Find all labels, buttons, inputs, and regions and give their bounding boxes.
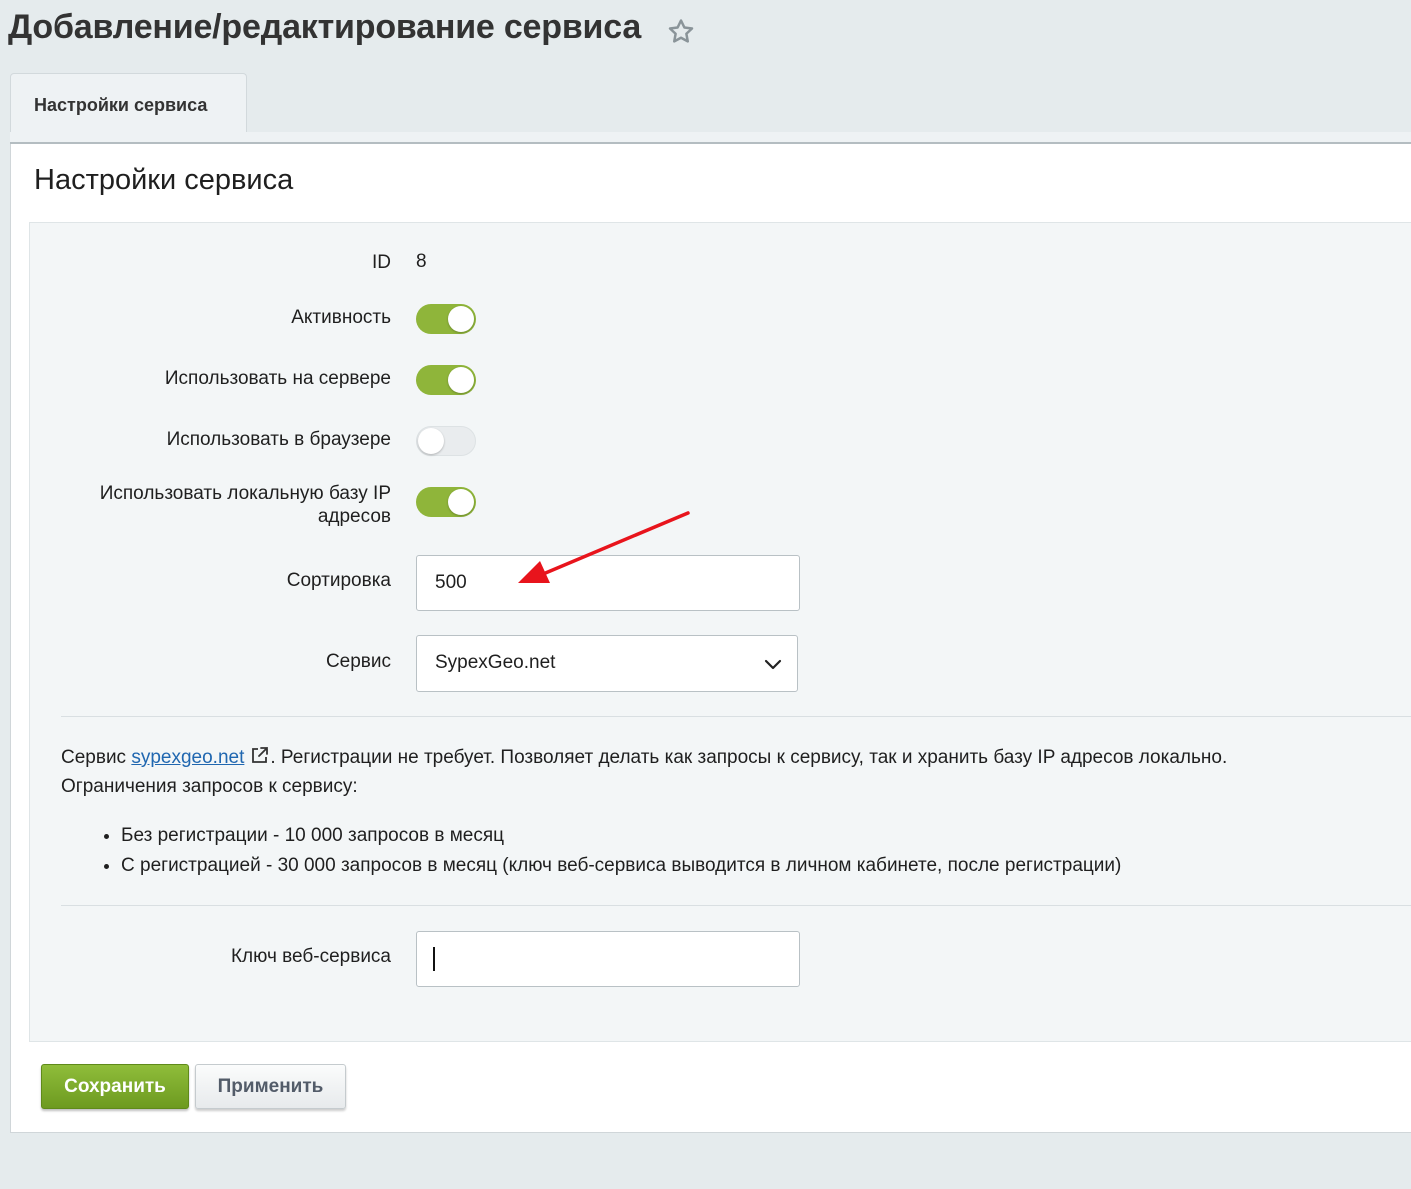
use-in-browser-toggle[interactable] [416, 426, 476, 456]
description-line2: Ограничения запросов к сервису: [61, 776, 358, 797]
limits-list: Без регистрации - 10 000 запросов в меся… [61, 821, 1121, 881]
use-on-server-toggle[interactable] [416, 365, 476, 395]
service-description: Сервис sypexgeo.net . Регистрации не треб… [61, 743, 1401, 801]
list-item: С регистрацией - 30 000 запросов в месяц… [121, 851, 1121, 881]
form-area: ID 8 Активность Использовать на сервере … [29, 222, 1411, 1042]
tab-service-settings[interactable]: Настройки сервиса [10, 73, 247, 133]
toggle-knob [418, 428, 444, 454]
description-text: . Регистрации не требует. Позволяет дела… [270, 747, 1228, 768]
toggle-knob [448, 367, 474, 393]
chevron-down-icon [764, 659, 782, 670]
external-link-icon[interactable] [250, 745, 270, 765]
list-item: Без регистрации - 10 000 запросов в меся… [121, 821, 1121, 851]
local-db-toggle[interactable] [416, 487, 476, 517]
save-button[interactable]: Сохранить [41, 1064, 189, 1109]
settings-panel: Настройки сервиса ID 8 Активность Исполь… [10, 144, 1411, 1133]
active-toggle[interactable] [416, 304, 476, 334]
tab-strip [10, 132, 1411, 144]
text-cursor [433, 947, 435, 971]
toggle-knob [448, 489, 474, 515]
use-on-server-label: Использовать на сервере [164, 368, 391, 389]
local-db-label-line2: адресов [317, 506, 391, 527]
divider [61, 716, 1411, 717]
description-prefix: Сервис [61, 747, 127, 768]
use-in-browser-label: Использовать в браузере [166, 429, 391, 450]
local-db-label-line1: Использовать локальную базу IP [99, 483, 391, 504]
service-select-value: SypexGeo.net [435, 652, 556, 673]
service-label: Сервис [325, 651, 391, 672]
toggle-knob [448, 306, 474, 332]
api-key-input[interactable] [416, 931, 800, 987]
local-db-label: Использовать локальную базу IP адресов [100, 482, 391, 528]
id-label: ID [372, 252, 391, 273]
annotation-arrow-icon [518, 511, 690, 583]
service-select[interactable]: SypexGeo.net [416, 635, 798, 692]
page-title: Добавление/редактирование сервиса [8, 8, 642, 46]
api-key-label: Ключ веб-сервиса [230, 946, 391, 967]
sypexgeo-link[interactable]: sypexgeo.net [131, 747, 244, 768]
id-value: 8 [416, 251, 427, 272]
star-icon[interactable] [666, 17, 696, 47]
section-title: Настройки сервиса [34, 164, 294, 196]
divider [61, 905, 1411, 906]
active-label: Активность [291, 307, 391, 328]
sort-label: Сортировка [286, 570, 391, 591]
tab-label: Настройки сервиса [34, 95, 208, 115]
description-line1: Сервис sypexgeo.net . Регистрации не треб… [61, 743, 1401, 772]
apply-button[interactable]: Применить [195, 1064, 346, 1109]
